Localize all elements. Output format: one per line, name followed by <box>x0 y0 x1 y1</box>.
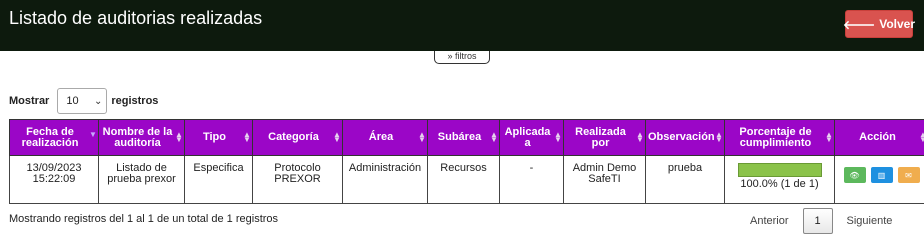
cell-subarea: Recursos <box>427 155 500 204</box>
col-aplicada-label: Aplicada a <box>504 125 551 149</box>
top-header: Listado de auditorias realizadas 🡐 Volve… <box>0 0 924 51</box>
col-tipo[interactable]: Tipo ▲ ▼ <box>184 119 253 156</box>
col-accion-label: Acción <box>859 131 896 143</box>
col-realizada[interactable]: Realizada por ▲ ▼ <box>563 119 646 156</box>
col-subarea-label: Subárea <box>437 131 482 143</box>
arrow-left-icon: 🡐 <box>843 17 876 32</box>
col-realizada-label: Realizada por <box>575 125 626 149</box>
prev-page-link[interactable]: Anterior <box>750 215 789 227</box>
col-subarea[interactable]: Subárea ▲ ▼ <box>427 119 500 156</box>
cell-realizada: Admin Demo SafeTI <box>563 155 646 204</box>
page-length-value: 10 <box>66 95 79 107</box>
length-suffix: registros <box>111 95 159 107</box>
col-categoria[interactable]: Categoría ▲ ▼ <box>252 119 343 156</box>
col-area[interactable]: Área ▲ ▼ <box>342 119 428 156</box>
bar-chart-icon: ▥ <box>877 170 886 180</box>
pagination: Anterior 1 Siguiente <box>750 208 892 234</box>
cell-accion: 👁 ▥ ✉ <box>834 155 924 204</box>
sort-icon: ▲ ▼ <box>636 130 644 144</box>
double-chevron-down-icon: » <box>447 51 453 61</box>
table-row: 13/09/2023 15:22:09 Listado de prueba pr… <box>9 155 924 204</box>
col-accion[interactable]: Acción ▲ ▼ <box>834 119 924 156</box>
mail-button[interactable]: ✉ <box>897 167 920 183</box>
envelope-icon: ✉ <box>905 170 912 180</box>
col-porcentaje[interactable]: Porcentaje de cumplimiento ▲ ▼ <box>724 119 835 156</box>
cell-fecha: 13/09/2023 15:22:09 <box>9 155 99 204</box>
view-button[interactable]: 👁 <box>843 167 866 183</box>
col-nombre[interactable]: Nombre de la auditoría ▲ ▼ <box>98 119 185 156</box>
chart-button[interactable]: ▥ <box>870 167 893 183</box>
sort-icon: ▲ ▼ <box>715 130 723 144</box>
sort-icon: ▲ ▼ <box>825 130 833 144</box>
current-page-button[interactable]: 1 <box>802 208 833 234</box>
col-porcentaje-label: Porcentaje de cumplimiento <box>739 125 812 149</box>
back-button-label: Volver <box>879 17 915 31</box>
cell-categoria: Protocolo PREXOR <box>252 155 343 204</box>
eye-icon: 👁 <box>849 170 860 180</box>
filters-label: filtros <box>455 51 477 61</box>
col-tipo-label: Tipo <box>202 131 226 143</box>
row-actions: 👁 ▥ ✉ <box>838 167 924 183</box>
length-prefix: Mostrar <box>9 95 50 107</box>
cell-nombre: Listado de prueba prexor <box>98 155 185 204</box>
sort-icon: ▲ ▼ <box>175 130 183 144</box>
cell-porcentaje: 100.0% (1 de 1) <box>724 155 835 204</box>
sort-icon: ▲ ▼ <box>490 130 498 144</box>
cell-aplicada: - <box>499 155 564 204</box>
filters-toggle[interactable]: » filtros <box>434 51 490 64</box>
chevron-down-icon: ⌄ <box>93 95 103 107</box>
cell-tipo: Especifica <box>184 155 253 204</box>
audits-table: Fecha de realización ▼ Nombre de la audit… <box>9 119 924 204</box>
page-length-control: Mostrar 10 ⌄ registros <box>9 88 158 114</box>
table-info: Mostrando registros del 1 al 1 de un tot… <box>9 213 279 225</box>
sort-icon: ▲ ▼ <box>919 130 924 144</box>
sort-desc-icon: ▼ <box>89 130 97 139</box>
table-header-row: Fecha de realización ▼ Nombre de la audit… <box>9 119 924 156</box>
compliance-progress-bar <box>737 163 822 177</box>
col-observacion-label: Observación <box>648 131 715 143</box>
col-fecha-label: Fecha de realización <box>21 125 79 149</box>
page-length-select[interactable]: 10 ⌄ <box>57 88 108 114</box>
sort-icon: ▲ ▼ <box>554 130 562 144</box>
cell-area: Administración <box>342 155 428 204</box>
compliance-progress-text: 100.0% (1 de 1) <box>740 178 819 190</box>
col-categoria-label: Categoría <box>268 131 319 143</box>
col-fecha[interactable]: Fecha de realización ▼ <box>9 119 99 156</box>
sort-icon: ▲ ▼ <box>333 130 341 144</box>
sort-icon: ▲ ▼ <box>243 130 251 144</box>
sort-icon: ▲ ▼ <box>418 130 426 144</box>
next-page-link[interactable]: Siguiente <box>847 215 893 227</box>
col-area-label: Área <box>368 131 394 143</box>
cell-observacion: prueba <box>645 155 725 204</box>
col-aplicada[interactable]: Aplicada a ▲ ▼ <box>499 119 564 156</box>
page-title: Listado de auditorias realizadas <box>9 8 263 28</box>
col-observacion[interactable]: Observación ▲ ▼ <box>645 119 725 156</box>
back-button[interactable]: 🡐 Volver <box>843 10 915 38</box>
col-nombre-label: Nombre de la auditoría <box>102 125 173 149</box>
